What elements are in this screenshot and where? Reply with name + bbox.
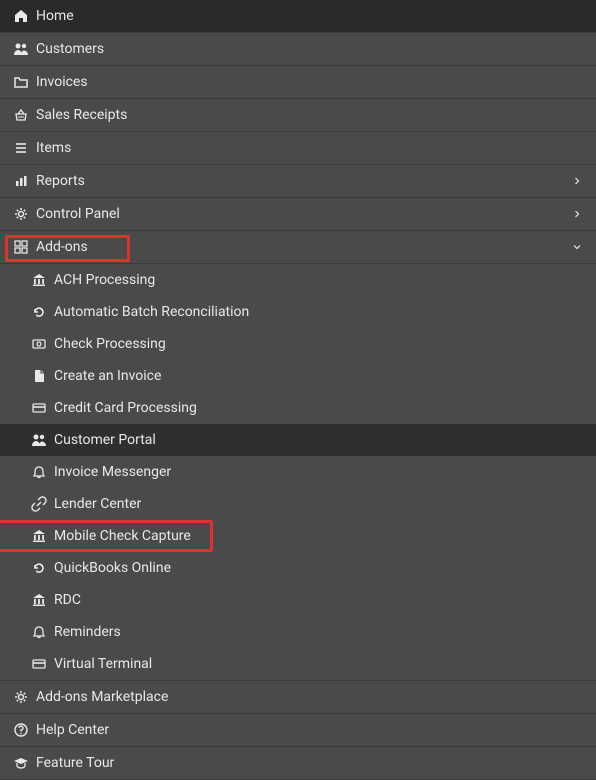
- bank-icon: [30, 592, 48, 608]
- nav-item-control-panel[interactable]: Control Panel: [0, 198, 596, 231]
- subnav-item-invoice-messenger[interactable]: Invoice Messenger: [0, 456, 596, 488]
- nav-label: Help Center: [36, 722, 584, 738]
- subnav-item-customer-portal[interactable]: Customer Portal: [0, 424, 596, 456]
- chart-icon: [12, 173, 30, 189]
- users-icon: [12, 41, 30, 57]
- nav-item-add-ons[interactable]: Add-ons: [0, 231, 596, 264]
- nav-label: Items: [36, 140, 584, 156]
- nav-label: Reports: [36, 173, 570, 189]
- folder-icon: [12, 74, 30, 90]
- nav-item-home[interactable]: Home: [0, 0, 596, 33]
- basket-icon: [12, 107, 30, 123]
- nav-item-help-center[interactable]: Help Center: [0, 714, 596, 747]
- subnav-item-automatic-batch-reconciliation[interactable]: Automatic Batch Reconciliation: [0, 296, 596, 328]
- nav-item-invoices[interactable]: Invoices: [0, 66, 596, 99]
- list-icon: [12, 140, 30, 156]
- nav-label: Add-ons Marketplace: [36, 689, 584, 705]
- nav-item-reports[interactable]: Reports: [0, 165, 596, 198]
- bank-icon: [30, 528, 48, 544]
- subnav-label: Automatic Batch Reconciliation: [54, 304, 584, 320]
- nav-item-items[interactable]: Items: [0, 132, 596, 165]
- nav-label: Feature Tour: [36, 755, 584, 771]
- card-icon: [30, 656, 48, 672]
- subnav-label: QuickBooks Online: [54, 560, 584, 576]
- nav-label: Home: [36, 8, 584, 24]
- subnav-item-rdc[interactable]: RDC: [0, 584, 596, 616]
- refresh-icon: [30, 304, 48, 320]
- subnav-label: Reminders: [54, 624, 584, 640]
- nav-label: Add-ons: [36, 239, 570, 255]
- gears-icon: [12, 206, 30, 222]
- subnav-item-create-an-invoice[interactable]: Create an Invoice: [0, 360, 596, 392]
- help-icon: [12, 722, 30, 738]
- chevron-down-icon: [570, 241, 584, 253]
- subnav-item-ach-processing[interactable]: ACH Processing: [0, 264, 596, 296]
- subnav-label: Lender Center: [54, 496, 584, 512]
- nav-label: Customers: [36, 41, 584, 57]
- subnav-label: Customer Portal: [54, 432, 584, 448]
- submenu-add-ons: ACH Processing Automatic Batch Reconcilia…: [0, 264, 596, 681]
- bell-icon: [30, 464, 48, 480]
- nav-item-feature-tour[interactable]: Feature Tour: [0, 747, 596, 780]
- subnav-item-virtual-terminal[interactable]: Virtual Terminal: [0, 648, 596, 680]
- nav-item-customers[interactable]: Customers: [0, 33, 596, 66]
- bell-icon: [30, 624, 48, 640]
- subnav-item-lender-center[interactable]: Lender Center: [0, 488, 596, 520]
- link-icon: [30, 496, 48, 512]
- nav-item-add-ons-marketplace[interactable]: Add-ons Marketplace: [0, 681, 596, 714]
- subnav-item-credit-card-processing[interactable]: Credit Card Processing: [0, 392, 596, 424]
- subnav-label: ACH Processing: [54, 272, 584, 288]
- nav-label: Sales Receipts: [36, 107, 584, 123]
- file-icon: [30, 368, 48, 384]
- subnav-label: Mobile Check Capture: [54, 528, 584, 544]
- grad-icon: [12, 755, 30, 771]
- nav-label: Invoices: [36, 74, 584, 90]
- chevron-right-icon: [570, 175, 584, 187]
- addon-icon: [12, 239, 30, 255]
- users-icon: [30, 432, 48, 448]
- subnav-item-mobile-check-capture[interactable]: Mobile Check Capture: [0, 520, 596, 552]
- subnav-label: Virtual Terminal: [54, 656, 584, 672]
- subnav-item-quickbooks-online[interactable]: QuickBooks Online: [0, 552, 596, 584]
- money-icon: [30, 336, 48, 352]
- gears-icon: [12, 689, 30, 705]
- nav-label: Control Panel: [36, 206, 570, 222]
- chevron-right-icon: [570, 208, 584, 220]
- sidebar-menu: Home Customers Invoices Sales Receipts Items…: [0, 0, 596, 780]
- bank-icon: [30, 272, 48, 288]
- subnav-label: Check Processing: [54, 336, 584, 352]
- subnav-label: RDC: [54, 592, 584, 608]
- subnav-label: Credit Card Processing: [54, 400, 584, 416]
- home-icon: [12, 8, 30, 24]
- subnav-label: Invoice Messenger: [54, 464, 584, 480]
- subnav-label: Create an Invoice: [54, 368, 584, 384]
- refresh-icon: [30, 560, 48, 576]
- nav-item-sales-receipts[interactable]: Sales Receipts: [0, 99, 596, 132]
- subnav-item-reminders[interactable]: Reminders: [0, 616, 596, 648]
- card-icon: [30, 400, 48, 416]
- subnav-item-check-processing[interactable]: Check Processing: [0, 328, 596, 360]
